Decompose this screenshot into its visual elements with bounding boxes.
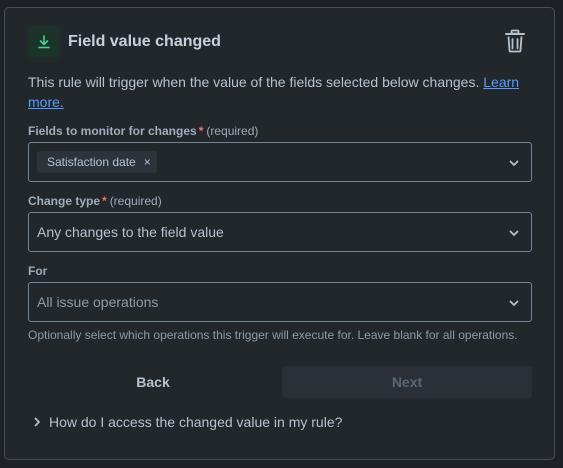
panel-header: Field value changed <box>28 26 221 58</box>
required-text: (required) <box>109 194 162 208</box>
operations-helper-text: Optionally select which operations this … <box>28 328 518 342</box>
page-title: Field value changed <box>68 33 221 50</box>
field-tag-label: Satisfaction date <box>47 155 136 169</box>
trigger-config-panel: Field value changed This rule will trigg… <box>4 7 555 460</box>
chevron-right-icon <box>34 417 40 427</box>
delete-button[interactable] <box>501 27 529 55</box>
fields-to-monitor-label: Fields to monitor for changes * (required) <box>28 124 258 138</box>
required-marker: * <box>102 194 107 208</box>
required-marker: * <box>198 124 204 138</box>
chevron-down-icon <box>509 160 519 166</box>
chevron-down-icon <box>509 300 519 306</box>
for-label: For <box>28 264 47 278</box>
faq-expander[interactable]: How do I access the changed value in my … <box>31 412 342 432</box>
faq-text: How do I access the changed value in my … <box>49 414 343 430</box>
change-type-label: Change type * (required) <box>28 194 162 208</box>
required-text: (required) <box>206 124 259 138</box>
for-label-text: For <box>28 264 48 278</box>
trash-icon <box>505 29 525 53</box>
fields-to-monitor-select[interactable]: Satisfaction date × <box>28 142 532 182</box>
change-type-value: Any changes to the field value <box>37 224 224 240</box>
rule-description: This rule will trigger when the value of… <box>28 72 528 112</box>
field-tag: Satisfaction date × <box>37 151 157 173</box>
description-text: This rule will trigger when the value of… <box>28 74 484 90</box>
download-arrow-icon <box>28 26 60 58</box>
chevron-down-icon <box>509 230 519 236</box>
fields-to-monitor-label-text: Fields to monitor for changes <box>28 124 197 138</box>
change-type-label-text: Change type <box>28 194 101 208</box>
back-button[interactable]: Back <box>28 366 278 398</box>
operations-select[interactable]: All issue operations <box>28 282 532 322</box>
remove-tag-button[interactable]: × <box>144 155 151 169</box>
next-button[interactable]: Next <box>282 366 532 398</box>
operations-placeholder: All issue operations <box>37 294 159 310</box>
change-type-select[interactable]: Any changes to the field value <box>28 212 532 252</box>
